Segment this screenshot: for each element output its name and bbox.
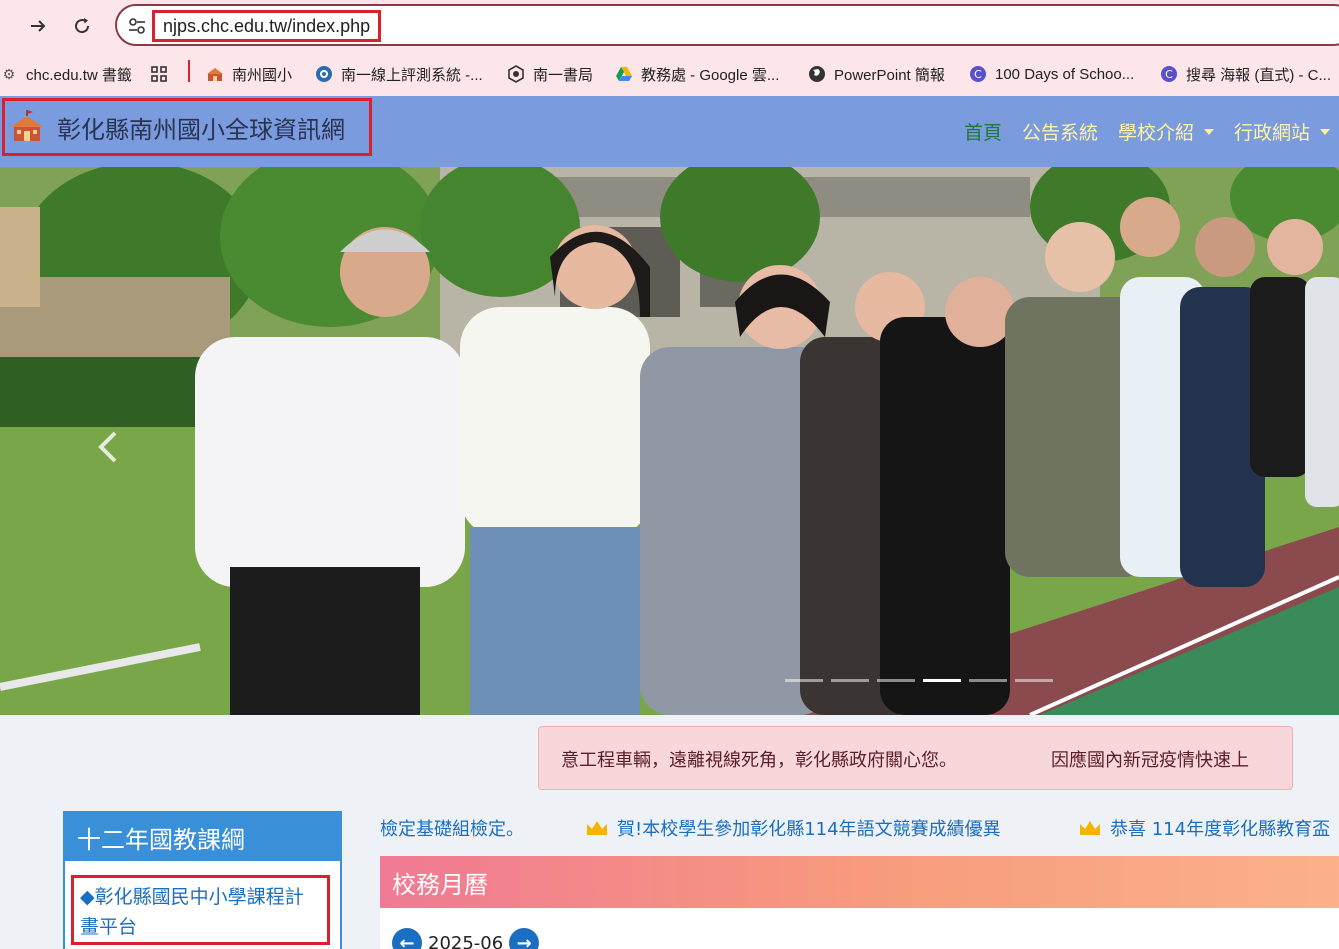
apps-button[interactable]	[150, 62, 176, 86]
calendar-title: 校務月曆	[380, 856, 1339, 908]
nav-label: 學校介紹	[1118, 122, 1195, 144]
ticker-text: 恭喜 114年度彰化縣教育盃	[1110, 819, 1331, 840]
ticker-item[interactable]: 恭喜 114年度彰化縣教育盃	[1078, 815, 1330, 841]
url-text[interactable]: njps.chc.edu.tw/index.php	[152, 10, 382, 42]
school-icon	[207, 68, 223, 81]
brand-link[interactable]: 彰化縣南州國小全球資訊網	[2, 98, 372, 156]
earth-icon	[809, 66, 825, 82]
bookmark-powerpoint[interactable]: PowerPoint 簡報	[808, 62, 945, 86]
bookmark-label: 教務處 - Google 雲...	[641, 66, 780, 84]
school-icon	[11, 110, 43, 141]
badge-icon	[508, 65, 524, 83]
calendar-month: 2025-06	[428, 932, 504, 949]
bookmarks-bar: ⚙ chc.edu.tw 書籤 南州國小 南一線上評測系統 -... 南一書局 …	[0, 52, 1339, 96]
bookmark-canva-poster[interactable]: C 搜尋 海報 (直式) - C...	[1160, 62, 1331, 86]
announcement-marquee[interactable]: 意工程車輛，遠離視線死角，彰化縣政府關心您。 因應國內新冠疫情快速上	[538, 726, 1293, 790]
caret-down-icon	[1320, 128, 1331, 135]
site-info-icon[interactable]	[127, 16, 147, 36]
caret-down-icon	[1204, 128, 1215, 135]
ticker-text: 檢定基礎組檢定。	[380, 819, 524, 840]
carousel-prev-button[interactable]	[95, 427, 123, 467]
globe-icon	[316, 66, 332, 82]
carousel-indicator[interactable]	[1015, 679, 1053, 682]
nav-label: 行政網站	[1234, 122, 1311, 144]
canva-icon: C	[970, 66, 986, 82]
chevron-left-icon	[98, 431, 117, 463]
ticker-item[interactable]: 檢定基礎組檢定。	[380, 815, 524, 841]
reload-icon	[75, 18, 90, 34]
carousel-indicator[interactable]	[831, 679, 869, 682]
carousel-indicator[interactable]	[877, 679, 915, 682]
carousel-indicator[interactable]	[785, 679, 823, 682]
bookmark-label: 南一線上評測系統 -...	[341, 66, 483, 84]
bookmark-label: 南一書局	[533, 66, 594, 84]
crown-icon	[1080, 821, 1100, 835]
bookmark-nanzhou[interactable]: 南州國小	[206, 62, 292, 86]
ticker-item[interactable]: 賀!本校學生參加彰化縣114年語文競賽成績優異	[585, 815, 1001, 841]
crown-icon	[587, 821, 607, 835]
next-month-button[interactable]: →	[509, 928, 540, 949]
bookmark-label: 搜尋 海報 (直式) - C...	[1186, 66, 1331, 84]
hero-carousel[interactable]	[0, 167, 1339, 715]
panel-title: 十二年國教課綱	[65, 813, 340, 861]
svg-text:C: C	[1165, 68, 1173, 81]
bookmark-label: 100 Days of Schoo...	[995, 65, 1135, 83]
carousel-indicators	[785, 679, 1061, 682]
nav-home[interactable]: 首頁	[964, 118, 1002, 145]
apps-grid-icon	[151, 66, 167, 82]
bookmark-label: PowerPoint 簡報	[834, 66, 945, 84]
calendar-nav: ← 2025-06 →	[392, 928, 540, 949]
svg-text:C: C	[974, 68, 982, 81]
bookmark-canva-100days[interactable]: C 100 Days of Schoo...	[969, 62, 1134, 86]
news-ticker: 檢定基礎組檢定。 賀!本校學生參加彰化縣114年語文競賽成績優異 恭喜 114年…	[380, 812, 1339, 842]
hero-photo	[0, 167, 1339, 715]
bookmark-nanyi-test[interactable]: 南一線上評測系統 -...	[315, 62, 483, 86]
bookmark-nanyi-books[interactable]: 南一書局	[507, 62, 593, 86]
bookmark-google-drive[interactable]: 教務處 - Google 雲...	[615, 62, 779, 86]
google-drive-icon	[616, 67, 632, 81]
arrow-left-icon: ←	[399, 932, 415, 949]
bookmark-label: 南州國小	[232, 66, 293, 84]
omnibox[interactable]: njps.chc.edu.tw/index.php	[115, 4, 1339, 46]
marquee-item[interactable]: 因應國內新冠疫情快速上	[1051, 746, 1249, 772]
nav-admin-sites[interactable]: 行政網站	[1234, 118, 1331, 145]
marquee-item[interactable]: 意工程車輛，遠離視線死角，彰化縣政府關心您。	[561, 746, 957, 772]
canva-icon: C	[1161, 66, 1177, 82]
reload-button[interactable]	[68, 12, 96, 40]
bookmark-separator	[188, 60, 190, 82]
site-navbar: 彰化縣南州國小全球資訊網 首頁 公告系統 學校介紹 行政網站	[0, 96, 1339, 167]
browser-toolbar: njps.chc.edu.tw/index.php	[0, 0, 1339, 52]
site-title: 彰化縣南州國小全球資訊網	[57, 115, 345, 144]
nav-announcements[interactable]: 公告系統	[1022, 118, 1098, 145]
main-menu: 首頁 公告系統 學校介紹 行政網站	[964, 118, 1339, 145]
nav-school-intro[interactable]: 學校介紹	[1118, 118, 1215, 145]
carousel-indicator-active[interactable]	[923, 679, 961, 682]
ticker-text: 賀!本校學生參加彰化縣114年語文競賽成績優異	[617, 819, 1001, 840]
curriculum-panel: 十二年國教課綱 ◆彰化縣國民中小學課程計畫平台	[63, 811, 342, 949]
curriculum-platform-link[interactable]: ◆彰化縣國民中小學課程計畫平台	[71, 875, 330, 945]
bookmark-folder-chc[interactable]: ⚙ chc.edu.tw 書籤	[0, 62, 132, 86]
carousel-indicator[interactable]	[969, 679, 1007, 682]
bookmark-label: chc.edu.tw 書籤	[26, 66, 132, 84]
school-calendar: 校務月曆 ← 2025-06 →	[380, 856, 1339, 949]
gear-icon: ⚙	[2, 65, 16, 82]
arrow-right-icon: →	[516, 932, 532, 949]
prev-month-button[interactable]: ←	[392, 928, 422, 949]
forward-button[interactable]	[24, 12, 52, 40]
arrow-right-icon	[31, 20, 46, 32]
